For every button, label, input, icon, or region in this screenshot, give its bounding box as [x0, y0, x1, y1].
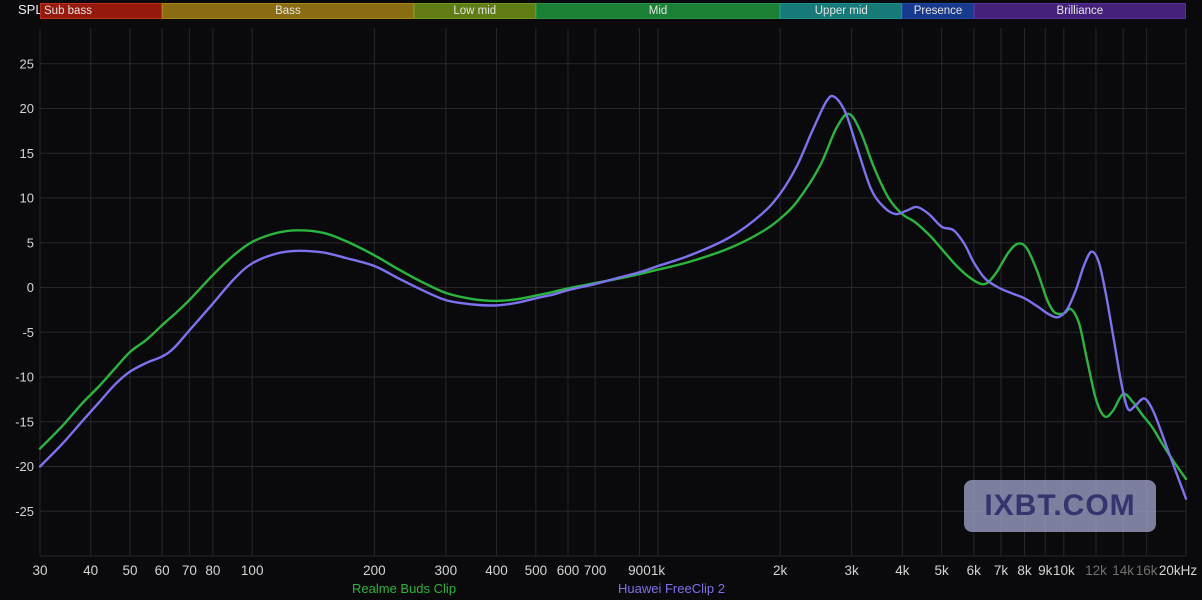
x-tick-label: 70 — [182, 563, 197, 578]
x-tick-label: 1k — [651, 563, 666, 578]
x-tick-label: 400 — [485, 563, 508, 578]
legend-item-realme-buds-clip: Realme Buds Clip — [352, 581, 457, 596]
x-tick-label: 100 — [241, 563, 264, 578]
x-tick-label: 4k — [895, 563, 910, 578]
y-tick-label: -10 — [15, 370, 34, 385]
x-tick-label: 50 — [123, 563, 138, 578]
y-tick-label: 25 — [20, 56, 34, 71]
y-tick-label: 5 — [27, 235, 34, 250]
frequency-response-chart: SPL Sub bass Bass Low mid Mid Upper mid Prese… — [0, 0, 1202, 600]
x-tick-label: 20kHz — [1159, 563, 1198, 578]
x-tick-label: 80 — [205, 563, 220, 578]
x-tick-label: 8k — [1017, 563, 1032, 578]
y-tick-label: -20 — [15, 459, 34, 474]
x-tick-label: 14k — [1112, 563, 1134, 578]
y-tick-label: -25 — [15, 504, 34, 519]
x-tick-label: 6k — [967, 563, 982, 578]
x-tick-label: 900 — [628, 563, 651, 578]
x-tick-label: 200 — [363, 563, 386, 578]
y-tick-label: 10 — [20, 191, 34, 206]
x-tick-label: 700 — [584, 563, 607, 578]
x-tick-label: 2k — [773, 563, 788, 578]
x-tick-label: 500 — [525, 563, 548, 578]
y-tick-label: -15 — [15, 414, 34, 429]
legend: Realme Buds Clip Huawei FreeClip 2 — [0, 581, 1202, 600]
x-tick-label: 3k — [845, 563, 860, 578]
y-tick-label: 15 — [20, 146, 34, 161]
x-tick-label: 12k — [1085, 563, 1107, 578]
x-tick-label: 7k — [994, 563, 1009, 578]
x-tick-label: 16k — [1136, 563, 1158, 578]
y-tick-label: -5 — [22, 325, 34, 340]
series-curve-huawei-freeclip-2 — [38, 94, 1188, 500]
x-tick-label: 30 — [32, 563, 47, 578]
ixbt-watermark: IXBT.COM — [964, 480, 1156, 532]
y-tick-label: 0 — [27, 280, 34, 295]
x-tick-label: 40 — [83, 563, 98, 578]
x-tick-label: 300 — [435, 563, 458, 578]
x-tick-label: 600 — [557, 563, 580, 578]
x-tick-label: 9k — [1038, 563, 1053, 578]
legend-item-huawei-freeclip-2: Huawei FreeClip 2 — [618, 581, 725, 596]
x-tick-label: 10k — [1053, 563, 1075, 578]
x-tick-label: 60 — [155, 563, 170, 578]
x-tick-label: 5k — [935, 563, 950, 578]
series-curve-realme-buds-clip — [38, 112, 1188, 481]
y-tick-label: 20 — [20, 101, 34, 116]
